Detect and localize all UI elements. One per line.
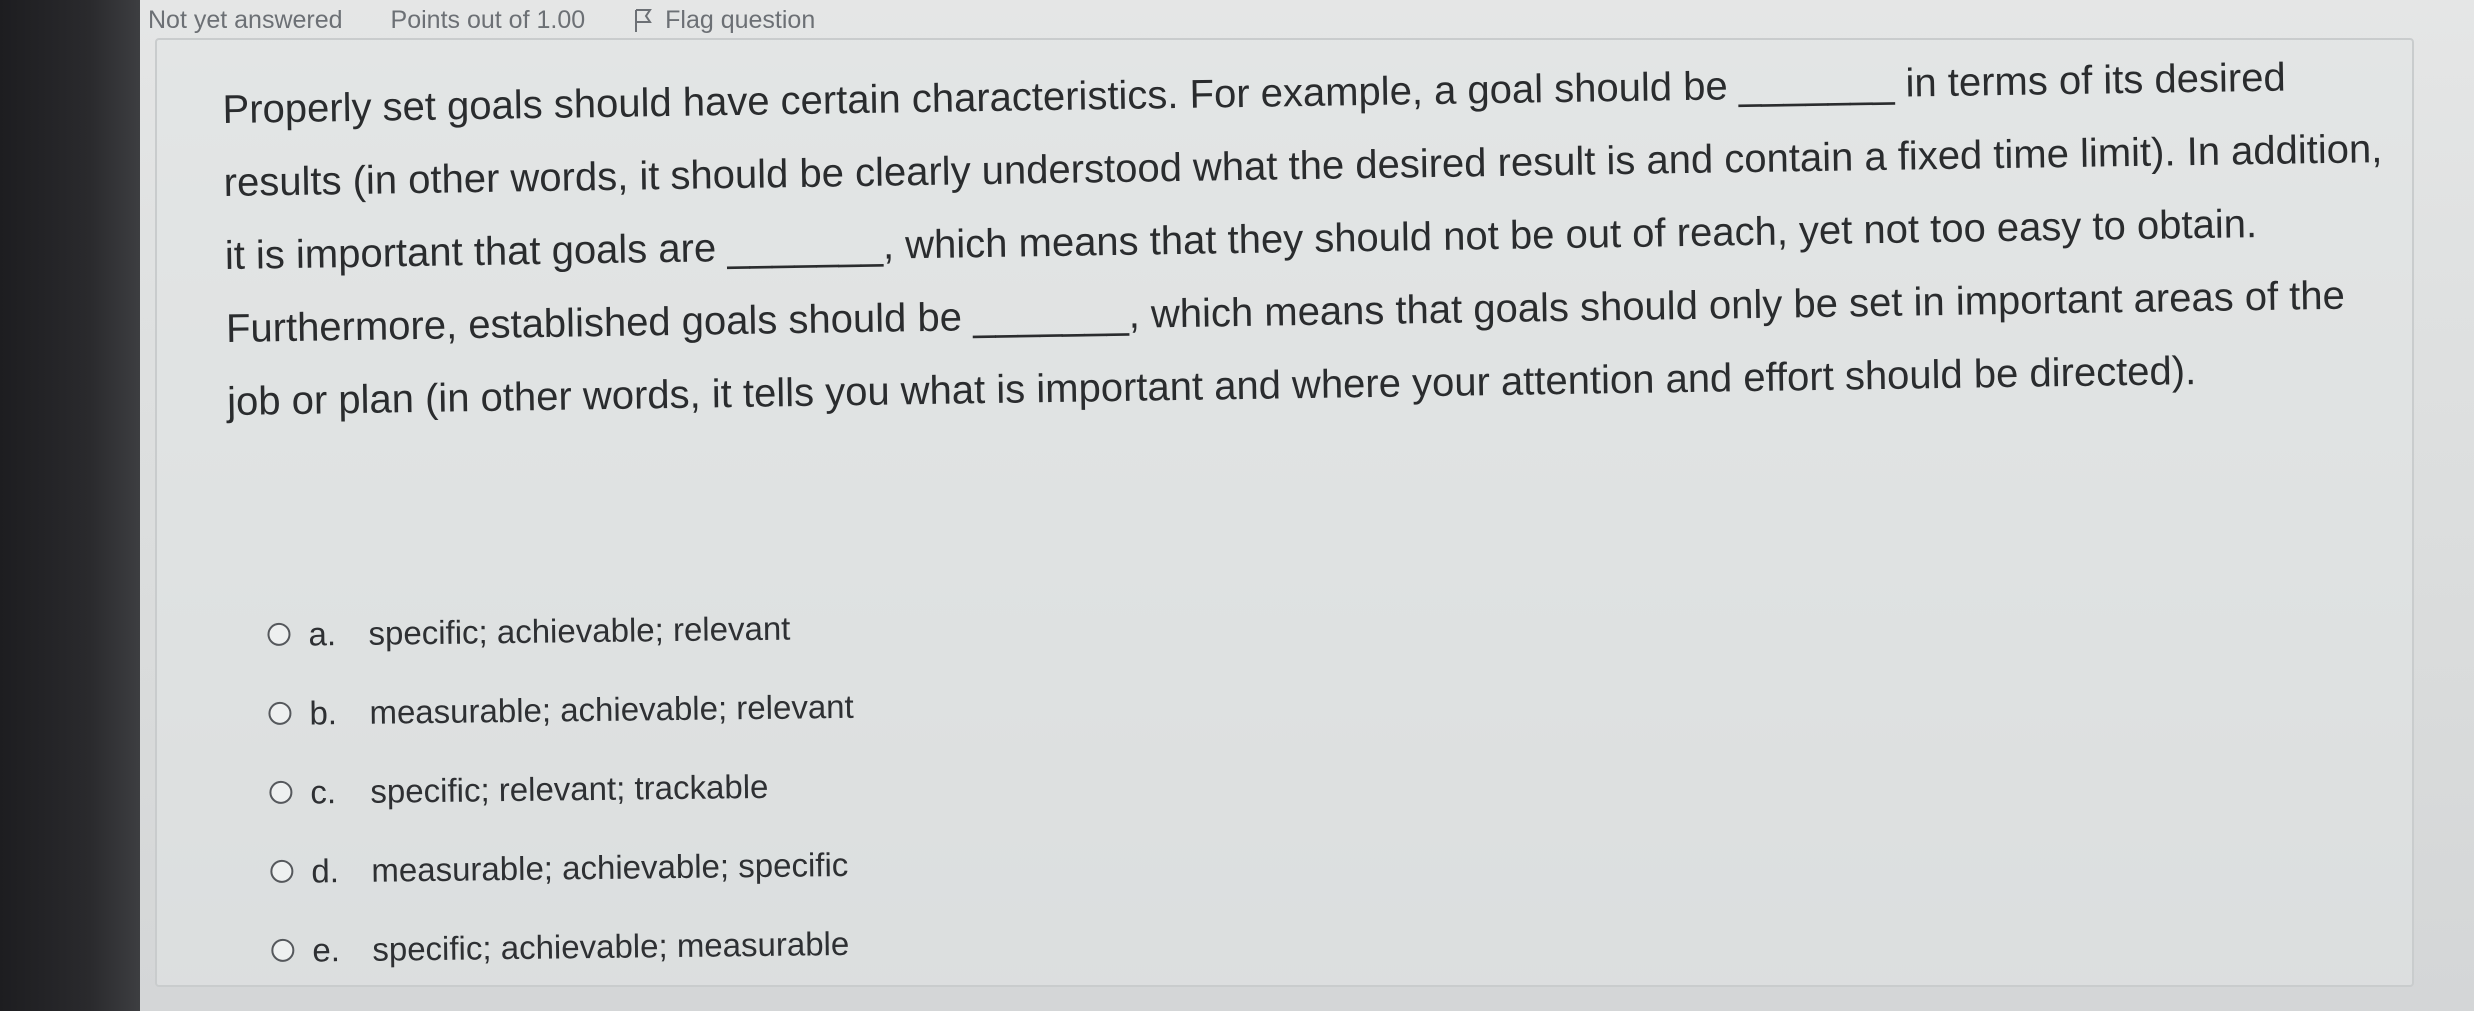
option-letter: a. <box>308 614 337 652</box>
answer-options: a. specific; achievable; relevant b. mea… <box>267 588 857 990</box>
flag-icon <box>633 7 653 33</box>
option-text: specific; achievable; relevant <box>368 609 791 652</box>
option-text: specific; relevant; trackable <box>370 767 769 810</box>
quiz-page: Not yet answered Points out of 1.00 Flag… <box>140 0 2474 1011</box>
radio-button[interactable] <box>269 780 293 804</box>
question-info-bar: Not yet answered Points out of 1.00 Flag… <box>148 0 815 40</box>
radio-button[interactable] <box>267 622 291 646</box>
radio-button[interactable] <box>268 701 292 725</box>
points-label: Points out of 1.00 <box>390 5 586 34</box>
option-text: specific; achievable; measurable <box>372 924 850 968</box>
option-text: measurable; achievable; relevant <box>369 687 854 731</box>
flag-question-label: Flag question <box>665 5 816 34</box>
option-e[interactable]: e. specific; achievable; measurable <box>271 904 857 990</box>
option-b[interactable]: b. measurable; achievable; relevant <box>268 667 854 753</box>
option-text: measurable; achievable; specific <box>371 845 849 889</box>
option-letter: c. <box>310 772 337 810</box>
option-c[interactable]: c. specific; relevant; trackable <box>269 746 855 832</box>
question-text: Properly set goals should have certain c… <box>222 55 2383 424</box>
option-d[interactable]: d. measurable; achievable; specific <box>270 825 856 911</box>
option-letter: e. <box>312 930 341 968</box>
option-letter: d. <box>311 851 340 889</box>
radio-button[interactable] <box>271 938 295 962</box>
option-a[interactable]: a. specific; achievable; relevant <box>267 588 853 674</box>
question-content: Properly set goals should have certain c… <box>155 38 2414 987</box>
answer-status: Not yet answered <box>148 5 343 34</box>
option-letter: b. <box>309 693 338 731</box>
flag-question-link[interactable]: Flag question <box>633 6 815 35</box>
radio-button[interactable] <box>270 859 294 883</box>
